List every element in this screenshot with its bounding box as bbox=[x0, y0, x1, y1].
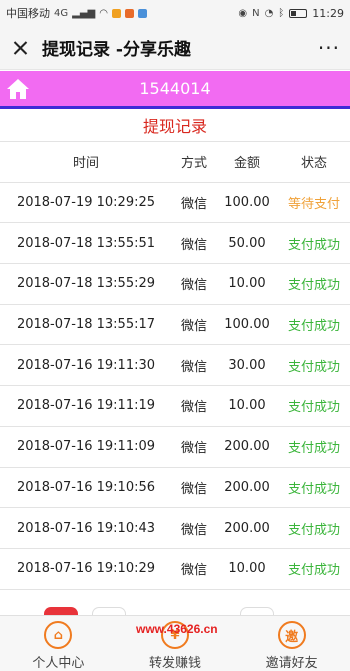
carrier-name: 中国移动 bbox=[6, 7, 50, 20]
cell-status: 等待支付 bbox=[287, 197, 340, 213]
column-header-time: 时间 bbox=[72, 156, 99, 172]
cell-method: 微信 bbox=[180, 237, 207, 253]
home-button[interactable] bbox=[0, 71, 36, 106]
cell-amount: 100.00 bbox=[224, 317, 270, 333]
table-row: 2018-07-19 10:29:25 微信 100.00 等待支付 bbox=[0, 183, 350, 224]
bluetooth-icon: ᛒ bbox=[278, 7, 285, 19]
table-row: 2018-07-16 19:10:56 微信 200.00 支付成功 bbox=[0, 468, 350, 509]
cell-method: 微信 bbox=[180, 197, 207, 213]
cell-time: 2018-07-16 19:11:30 bbox=[16, 357, 156, 373]
cell-method: 微信 bbox=[180, 441, 207, 457]
cell-method: 微信 bbox=[180, 563, 207, 579]
battery-icon bbox=[289, 8, 308, 18]
table-row: 2018-07-16 19:10:43 微信 200.00 支付成功 bbox=[0, 508, 350, 549]
nav-label: 转发赚钱 bbox=[149, 656, 202, 671]
withdrawal-table: 时间 方式 金额 状态 2018-07-19 10:29:25 微信 100.0… bbox=[0, 142, 350, 590]
cell-method: 微信 bbox=[180, 400, 207, 416]
cell-status: 支付成功 bbox=[287, 359, 340, 375]
app-notification-icon bbox=[124, 8, 134, 18]
cell-status: 支付成功 bbox=[287, 319, 340, 335]
cell-amount: 200.00 bbox=[224, 439, 270, 455]
nav-item-invite-friends[interactable]: 邀 邀请好友 bbox=[233, 616, 350, 671]
cell-method: 微信 bbox=[180, 481, 207, 497]
nfc-icon: N bbox=[252, 7, 260, 19]
nav-label: 个人中心 bbox=[32, 656, 85, 671]
clock: 11:29 bbox=[312, 6, 344, 20]
user-header-bar: 1544014 bbox=[0, 71, 350, 109]
cell-method: 微信 bbox=[180, 319, 207, 335]
cell-amount: 30.00 bbox=[228, 357, 266, 373]
cell-time: 2018-07-19 10:29:25 bbox=[16, 195, 156, 211]
cell-method: 微信 bbox=[180, 278, 207, 294]
watermark: www.43626.cn bbox=[136, 622, 218, 636]
cell-status: 支付成功 bbox=[287, 237, 340, 253]
cell-time: 2018-07-18 13:55:29 bbox=[16, 276, 156, 292]
cell-time: 2018-07-16 19:10:56 bbox=[16, 479, 156, 495]
network-type: 4G bbox=[54, 7, 69, 19]
status-bar: 中国移动 4G ▂▄▆ ◠ ◉ N ◔ ᛒ 11:29 bbox=[0, 0, 350, 26]
cell-status: 支付成功 bbox=[287, 400, 340, 416]
invite-icon: 邀 bbox=[277, 621, 306, 649]
cell-time: 2018-07-16 19:11:09 bbox=[16, 439, 156, 455]
alarm-icon: ◔ bbox=[264, 7, 274, 19]
notification-icon bbox=[111, 8, 121, 18]
table-row: 2018-07-18 13:55:17 微信 100.00 支付成功 bbox=[0, 305, 350, 346]
table-header-row: 时间 方式 金额 状态 bbox=[0, 142, 350, 183]
eye-icon: ◉ bbox=[238, 7, 248, 19]
cell-amount: 200.00 bbox=[224, 479, 270, 495]
table-row: 2018-07-18 13:55:51 微信 50.00 支付成功 bbox=[0, 223, 350, 265]
nav-item-personal-center[interactable]: ⌂ 个人中心 bbox=[0, 616, 117, 671]
section-title: 提现记录 bbox=[0, 112, 350, 142]
cell-status: 支付成功 bbox=[287, 441, 340, 457]
table-row: 2018-07-18 13:55:29 微信 10.00 支付成功 bbox=[0, 264, 350, 305]
cell-time: 2018-07-16 19:11:19 bbox=[16, 398, 156, 414]
home-icon: ⌂ bbox=[44, 621, 73, 649]
cell-status: 支付成功 bbox=[287, 481, 340, 497]
table-row: 2018-07-16 19:11:19 微信 10.00 支付成功 bbox=[0, 386, 350, 427]
column-header-status: 状态 bbox=[300, 156, 327, 172]
nav-label: 邀请好友 bbox=[265, 656, 318, 671]
cell-amount: 10.00 bbox=[228, 398, 266, 414]
column-header-amount: 金额 bbox=[233, 156, 260, 172]
cell-amount: 100.00 bbox=[224, 195, 270, 211]
page-title: 提现记录 -分享乐趣 bbox=[42, 40, 191, 60]
table-row: 2018-07-16 19:10:29 微信 10.00 支付成功 bbox=[0, 549, 350, 590]
home-icon bbox=[7, 78, 29, 99]
cell-amount: 50.00 bbox=[228, 235, 266, 251]
title-bar: 提现记录 -分享乐趣 ··· bbox=[0, 26, 350, 70]
cell-time: 2018-07-18 13:55:17 bbox=[16, 317, 156, 333]
cell-amount: 10.00 bbox=[228, 561, 266, 577]
gallery-notification-icon bbox=[137, 8, 147, 18]
cell-status: 支付成功 bbox=[287, 522, 340, 538]
table-row: 2018-07-16 19:11:30 微信 30.00 支付成功 bbox=[0, 345, 350, 387]
cell-method: 微信 bbox=[180, 522, 207, 538]
cell-time: 2018-07-18 13:55:51 bbox=[16, 235, 156, 251]
cell-amount: 10.00 bbox=[228, 276, 266, 292]
user-id: 1544014 bbox=[139, 79, 211, 98]
cell-status: 支付成功 bbox=[287, 563, 340, 579]
cell-time: 2018-07-16 19:10:43 bbox=[16, 520, 156, 536]
cell-amount: 200.00 bbox=[224, 520, 270, 536]
signal-icon: ▂▄▆ bbox=[72, 7, 96, 19]
more-options-button[interactable]: ··· bbox=[310, 38, 340, 58]
table-row: 2018-07-16 19:11:09 微信 200.00 支付成功 bbox=[0, 427, 350, 468]
cell-status: 支付成功 bbox=[287, 278, 340, 294]
pagination bbox=[0, 605, 350, 621]
close-icon[interactable] bbox=[10, 37, 32, 59]
cell-time: 2018-07-16 19:10:29 bbox=[16, 561, 156, 577]
column-header-method: 方式 bbox=[180, 156, 207, 172]
cell-method: 微信 bbox=[180, 359, 207, 375]
wifi-icon: ◠ bbox=[99, 7, 108, 19]
